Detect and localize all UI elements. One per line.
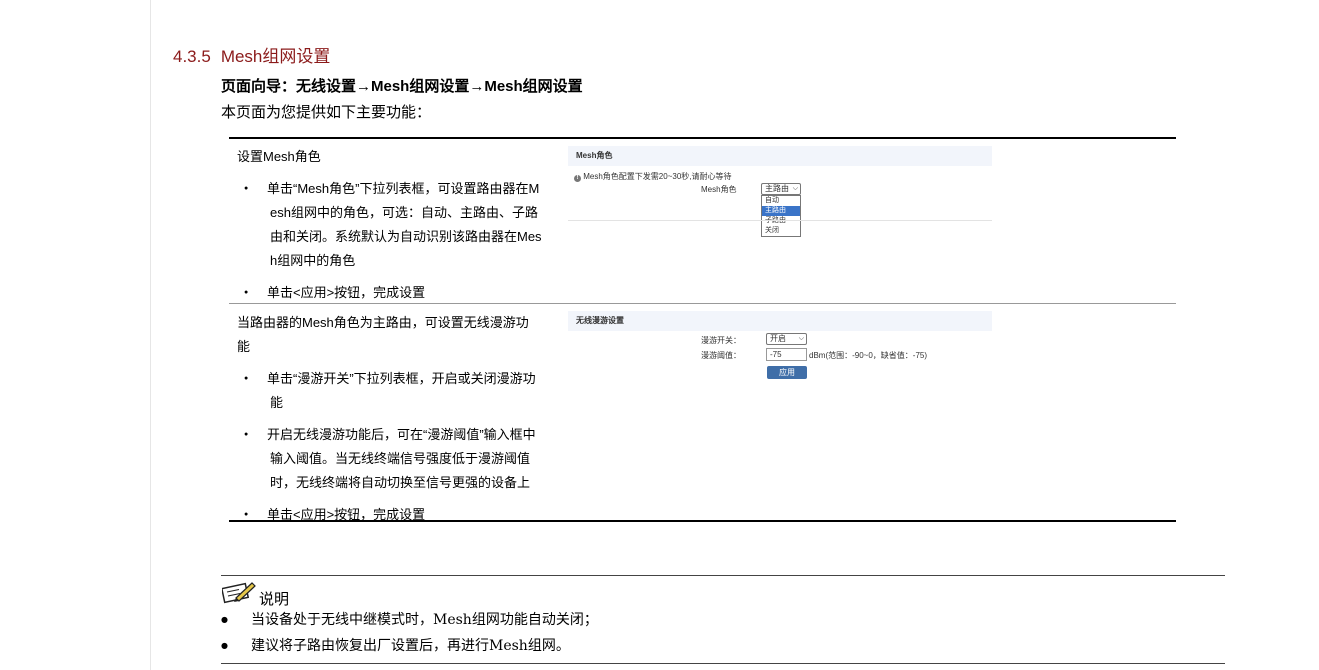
note-title: 说明 bbox=[259, 591, 290, 608]
table-top-rule bbox=[229, 137, 1176, 139]
row1-bullet-1: 单击“Mesh角色”下拉列表框，可设置路由器在M esh组网中的角色，可选：自动… bbox=[237, 177, 567, 273]
apply-button[interactable]: 应用 bbox=[767, 366, 807, 379]
row2-bullet-3: 单击<应用>按钮，完成设置 bbox=[237, 503, 567, 527]
row2-bullet-2: 开启无线漫游功能后，可在“漫游阈值”输入框中 输入阈值。当无线终端信号强度低于漫… bbox=[237, 423, 567, 495]
row1-bullet-2: 单击<应用>按钮，完成设置 bbox=[237, 281, 567, 305]
mesh-role-option-sub[interactable]: 子路由 bbox=[762, 216, 800, 226]
row1-heading: 设置Mesh角色 bbox=[237, 149, 321, 164]
roaming-threshold-label: 漫游阈值： bbox=[701, 351, 741, 360]
note-top-rule bbox=[221, 575, 1225, 576]
note-pencil-icon bbox=[220, 580, 256, 609]
mesh-role-option-auto[interactable]: 自动 bbox=[762, 196, 800, 206]
mesh-role-label: Mesh角色 bbox=[701, 185, 737, 194]
intro-text: 本页面为您提供如下主要功能： bbox=[221, 104, 432, 121]
row1-description: 设置Mesh角色 单击“Mesh角色”下拉列表框，可设置路由器在M esh组网中… bbox=[237, 145, 567, 305]
row2-bullet-1: 单击“漫游开关”下拉列表框，开启或关闭漫游功 能 bbox=[237, 367, 567, 415]
chevron-down-icon: ⌵ bbox=[792, 185, 798, 192]
note-item-1: ● 当设备处于无线中继模式时，Mesh组网功能自动关闭； bbox=[221, 612, 598, 628]
chevron-down-icon: ⌵ bbox=[798, 335, 804, 342]
page-navigation: 页面向导：无线设置→Mesh组网设置→Mesh组网设置 bbox=[221, 78, 583, 95]
roaming-threshold-hint: dBm(范围：-90~0，缺省值：-75) bbox=[809, 351, 928, 360]
section-title-text: Mesh组网设置 bbox=[220, 47, 331, 66]
mesh-role-panel-divider bbox=[568, 220, 992, 221]
roaming-threshold-input[interactable]: -75 bbox=[766, 348, 807, 361]
info-icon: ! bbox=[574, 175, 581, 182]
page-left-rule bbox=[150, 0, 151, 670]
roaming-panel: 无线漫游设置 漫游开关： 开启 ⌵ 漫游阈值： -75 dBm(范围：-90~0，… bbox=[568, 311, 992, 386]
mesh-role-option-off[interactable]: 关闭 bbox=[762, 226, 800, 236]
note-item-2: ● 建议将子路由恢复出厂设置后，再进行Mesh组网。 bbox=[221, 638, 570, 654]
roaming-switch-select[interactable]: 开启 ⌵ bbox=[766, 333, 807, 345]
roaming-switch-label: 漫游开关： bbox=[701, 336, 741, 345]
mesh-role-panel: Mesh角色 ! Mesh角色配置下发需20~30秒,请耐心等待 Mesh角色 … bbox=[568, 146, 992, 237]
row2-heading: 当路由器的Mesh角色为主路由，可设置无线漫游功 能 bbox=[237, 315, 529, 354]
mesh-role-dropdown[interactable]: 自动 主路由 子路由 关闭 bbox=[761, 195, 801, 237]
mesh-role-option-main[interactable]: 主路由 bbox=[762, 206, 800, 216]
mesh-role-select[interactable]: 主路由 ⌵ bbox=[761, 183, 801, 195]
note-bottom-rule bbox=[221, 663, 1225, 664]
mesh-role-info: ! Mesh角色配置下发需20~30秒,请耐心等待 bbox=[574, 171, 732, 182]
section-number: 4.3.5 bbox=[173, 47, 211, 66]
roaming-panel-header: 无线漫游设置 bbox=[568, 311, 992, 331]
section-title: 4.3.5 Mesh组网设置 bbox=[173, 42, 330, 67]
mesh-role-panel-header: Mesh角色 bbox=[568, 146, 992, 166]
row2-description: 当路由器的Mesh角色为主路由，可设置无线漫游功 能 单击“漫游开关”下拉列表框… bbox=[237, 311, 567, 527]
